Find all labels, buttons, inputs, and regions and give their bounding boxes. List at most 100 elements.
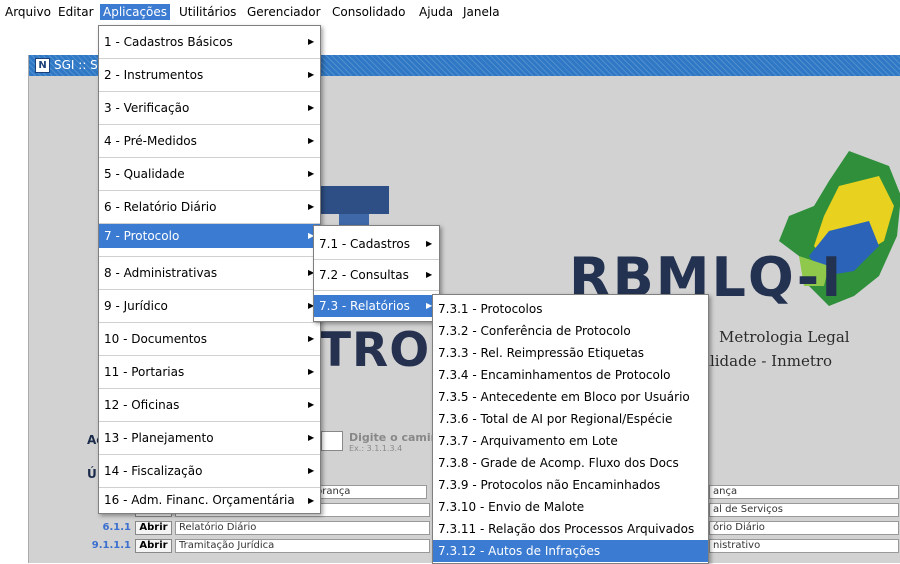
menu-item-fiscalizacao[interactable]: 14 - Fiscalização ▶ (99, 455, 320, 487)
recent-right-field: ório Diário (709, 521, 899, 535)
path-input-hint: Digite o camir (349, 431, 437, 444)
menu-item-portarias[interactable]: 11 - Portarias ▶ (99, 356, 320, 388)
menu-item-pre-medidos[interactable]: 4 - Pré-Medidos ▶ (99, 125, 320, 157)
inmetro-logo-text: TRO (319, 323, 431, 378)
menu-item-label: 4 - Pré-Medidos (104, 134, 197, 148)
chevron-right-icon: ▶ (308, 103, 315, 112)
menu-item-label: 7.1 - Cadastros (319, 237, 410, 251)
menu-item-documentos[interactable]: 10 - Documentos ▶ (99, 323, 320, 355)
app-icon: N (35, 58, 50, 73)
menu-item-7-3-7[interactable]: 7.3.7 - Arquivamento em Lote (433, 430, 708, 452)
recent-right-field: al de Serviços (709, 503, 899, 517)
menu-item-7-3-6[interactable]: 7.3.6 - Total de AI por Regional/Espécie (433, 408, 708, 430)
recent-left-field: Relatório Diário (175, 521, 430, 535)
menu-item-cadastros-basicos[interactable]: 1 - Cadastros Básicos ▶ (99, 26, 320, 58)
rbmlq-subtitle-1: Metrologia Legal (719, 328, 850, 346)
menu-item-label: 11 - Portarias (104, 365, 185, 379)
menu-item-label: 1 - Cadastros Básicos (104, 35, 233, 49)
menu-item-7-3-12[interactable]: 7.3.12 - Autos de Infrações (433, 540, 708, 562)
chevron-right-icon: ▶ (308, 169, 315, 178)
chevron-right-icon: ▶ (308, 70, 315, 79)
menu-item-label: 7 - Protocolo (104, 229, 180, 243)
menu-item-7-3-1[interactable]: 7.3.1 - Protocolos (433, 298, 708, 320)
menu-item-7-3-9[interactable]: 7.3.9 - Protocolos não Encaminhados (433, 474, 708, 496)
chevron-right-icon: ▶ (308, 367, 315, 376)
menu-item-label: 7.3.12 - Autos de Infrações (438, 544, 601, 558)
menu-bar: Arquivo Editar Aplicações Utilitários Ge… (0, 0, 900, 23)
menu-item-label: 6 - Relatório Diário (104, 200, 217, 214)
chevron-right-icon: ▶ (308, 202, 315, 211)
menu-item-label: 7.3.9 - Protocolos não Encaminhados (438, 478, 661, 492)
chevron-right-icon: ▶ (308, 136, 315, 145)
menu-gerenciador[interactable]: Gerenciador (244, 4, 324, 20)
menu-consolidado[interactable]: Consolidado (329, 4, 409, 20)
menu-item-juridico[interactable]: 9 - Jurídico ▶ (99, 290, 320, 322)
menu-item-qualidade[interactable]: 5 - Qualidade ▶ (99, 158, 320, 190)
menu-item-label: 3 - Verificação (104, 101, 190, 115)
chevron-right-icon: ▶ (308, 37, 315, 46)
abrir-button[interactable]: Abrir (135, 521, 172, 535)
chevron-right-icon: ▶ (308, 433, 315, 442)
menu-editar[interactable]: Editar (55, 4, 97, 20)
menu-item-label: 7.3.5 - Antecedente em Bloco por Usuário (438, 390, 690, 404)
menu-item-verificacao[interactable]: 3 - Verificação ▶ (99, 92, 320, 124)
menu-utilitarios[interactable]: Utilitários (176, 4, 239, 20)
abrir-button[interactable]: Abrir (135, 539, 172, 553)
menu-item-label: 16 - Adm. Financ. Orçamentária (104, 493, 295, 507)
menu-item-7-3-5[interactable]: 7.3.5 - Antecedente em Bloco por Usuário (433, 386, 708, 408)
menu-item-label: 7.3.8 - Grade de Acomp. Fluxo dos Docs (438, 456, 679, 470)
menu-item-label: 7.3.11 - Relação dos Processos Arquivado… (438, 522, 695, 536)
menu-arquivo[interactable]: Arquivo (2, 4, 54, 20)
menu-item-planejamento[interactable]: 13 - Planejamento ▶ (99, 422, 320, 454)
menu-item-protocolo[interactable]: 7 - Protocolo ▶ (99, 224, 320, 248)
window-title: SGI :: Sı (54, 58, 102, 72)
menu-item-relatorios[interactable]: 7.3 - Relatórios ▶ (314, 295, 439, 317)
menu-item-label: 9 - Jurídico (104, 299, 168, 313)
menu-item-7-3-4[interactable]: 7.3.4 - Encaminhamentos de Protocolo (433, 364, 708, 386)
menu-aplicacoes[interactable]: Aplicações (100, 4, 171, 20)
menu-item-label: 5 - Qualidade (104, 167, 185, 181)
menu-item-label: 7.3.3 - Rel. Reimpressão Etiquetas (438, 346, 645, 360)
chevron-right-icon: ▶ (426, 270, 433, 279)
chevron-right-icon: ▶ (426, 239, 433, 248)
menu-item-label: 7.3.6 - Total de AI por Regional/Espécie (438, 412, 673, 426)
recent-right-field: nistrativo (709, 539, 899, 553)
menu-protocolo-submenu: 7.1 - Cadastros ▶ 7.2 - Consultas ▶ 7.3 - … (313, 225, 440, 322)
menu-janela[interactable]: Janela (460, 4, 503, 20)
menu-item-relatorio-diario[interactable]: 6 - Relatório Diário ▶ (99, 191, 320, 223)
menu-item-label: 2 - Instrumentos (104, 68, 204, 82)
menu-item-adm-financ[interactable]: 16 - Adm. Financ. Orçamentária ▶ (99, 488, 320, 513)
menu-item-label: 12 - Oficinas (104, 398, 180, 412)
chevron-right-icon: ▶ (308, 496, 315, 505)
menu-relatorios-submenu: 7.3.1 - Protocolos 7.3.2 - Conferência d… (432, 294, 709, 564)
recent-code: 9.1.1.1 (91, 540, 131, 551)
menu-item-label: 7.3.1 - Protocolos (438, 302, 543, 316)
ultimos-label: Ú (87, 467, 97, 481)
menu-separator (314, 290, 439, 291)
menu-item-consultas[interactable]: 7.2 - Consultas ▶ (314, 260, 439, 290)
menu-item-cadastros[interactable]: 7.1 - Cadastros ▶ (314, 229, 439, 259)
menu-item-7-3-10[interactable]: 7.3.10 - Envio de Malote (433, 496, 708, 518)
path-input[interactable] (321, 431, 343, 451)
menu-item-7-3-2[interactable]: 7.3.2 - Conferência de Protocolo (433, 320, 708, 342)
menu-item-label: 8 - Administrativas (104, 266, 218, 280)
menu-item-administrativas[interactable]: 8 - Administrativas ▶ (99, 257, 320, 289)
menu-aplicacoes-dropdown: 1 - Cadastros Básicos ▶ 2 - Instrumentos ▶… (98, 25, 321, 514)
menu-item-label: 7.3.7 - Arquivamento em Lote (438, 434, 618, 448)
menu-item-label: 7.3.4 - Encaminhamentos de Protocolo (438, 368, 671, 382)
rbmlq-subtitle-2: alidade - Inmetro (701, 352, 833, 370)
recent-left-field: Tramitação Jurídica (175, 539, 430, 553)
chevron-right-icon: ▶ (308, 334, 315, 343)
menu-ajuda[interactable]: Ajuda (416, 4, 456, 20)
menu-item-instrumentos[interactable]: 2 - Instrumentos ▶ (99, 59, 320, 91)
path-input-example: Ex.: 3.1.1.3.4 (349, 444, 403, 453)
chevron-right-icon: ▶ (308, 466, 315, 475)
menu-item-label: 14 - Fiscalização (104, 464, 203, 478)
chevron-right-icon: ▶ (308, 400, 315, 409)
menu-item-7-3-8[interactable]: 7.3.8 - Grade de Acomp. Fluxo dos Docs (433, 452, 708, 474)
menu-item-oficinas[interactable]: 12 - Oficinas ▶ (99, 389, 320, 421)
menu-item-7-3-3[interactable]: 7.3.3 - Rel. Reimpressão Etiquetas (433, 342, 708, 364)
menu-item-label: 7.3 - Relatórios (319, 299, 410, 313)
recent-code: 6.1.1 (102, 522, 131, 533)
menu-item-7-3-11[interactable]: 7.3.11 - Relação dos Processos Arquivado… (433, 518, 708, 540)
